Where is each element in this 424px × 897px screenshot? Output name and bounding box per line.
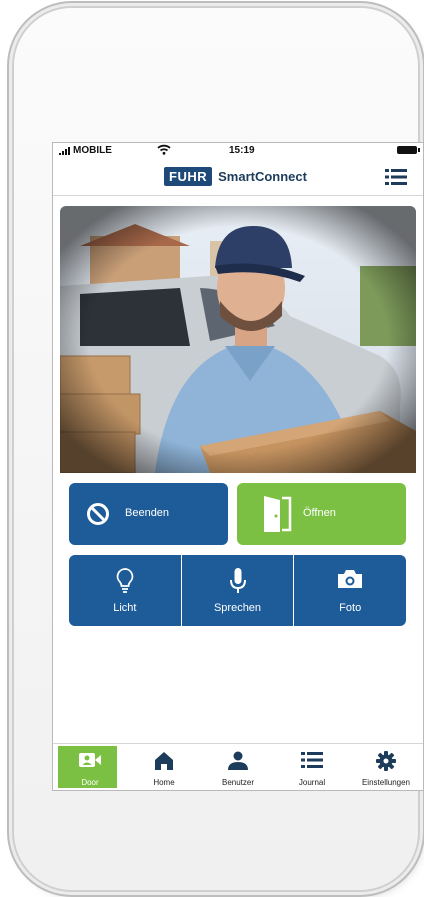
tab-settings[interactable]: Einstellungen [349,744,423,790]
app-title: SmartConnect [218,169,307,184]
tab-journal-label: Journal [298,778,326,787]
user-icon [228,751,248,770]
fuhr-logo: FUHR [164,167,213,186]
app-header: FUHR SmartConnect [53,159,423,196]
clock: 15:19 [229,145,255,156]
brand: FUHR SmartConnect [164,167,307,186]
tab-users-label: Benutzer [221,778,255,787]
open-door-label: Öffnen [303,507,336,519]
door-icon [264,496,292,532]
cancel-icon [87,503,109,525]
end-call-label: Beenden [125,507,170,519]
video-user-icon [79,753,101,767]
light-button[interactable]: Licht [69,555,181,626]
tab-home[interactable]: Home [127,744,201,790]
speak-label: Sprechen [213,602,262,614]
status-bar: MOBILE 15:19 [53,143,423,159]
tab-door[interactable]: Door [53,744,127,790]
list-icon[interactable] [385,168,407,186]
open-door-button[interactable]: Öffnen [237,483,406,545]
microphone-icon [229,568,246,593]
home-icon [155,752,173,770]
photo-label: Foto [339,602,362,614]
camera-feed [60,206,416,473]
camera-icon [338,570,363,588]
door-camera-image [60,206,416,473]
carrier-label: MOBILE [73,145,112,156]
action-bar: Licht Sprechen Foto [69,555,406,626]
app-screen: MOBILE 15:19 FUHR SmartConnect Beenden Ö… [52,142,424,791]
tab-door-label: Door [81,778,99,787]
speak-button[interactable]: Sprechen [180,555,294,626]
tab-settings-label: Einstellungen [361,778,411,787]
photo-button[interactable]: Foto [293,555,406,626]
lightbulb-icon [116,568,134,593]
carrier: MOBILE [59,145,112,156]
phone-frame: MOBILE 15:19 FUHR SmartConnect Beenden Ö… [14,8,424,890]
list-icon [301,752,323,768]
battery-icon [397,146,420,154]
end-call-button[interactable]: Beenden [69,483,228,545]
light-label: Licht [113,602,137,614]
tab-home-label: Home [153,778,175,787]
tab-bar: Door Home Benutzer Journal Einstellungen [53,743,423,790]
tab-users[interactable]: Benutzer [201,744,275,790]
signal-icon [59,146,70,155]
wifi-icon [157,144,171,155]
gear-icon [376,751,396,771]
tab-journal[interactable]: Journal [275,744,349,790]
